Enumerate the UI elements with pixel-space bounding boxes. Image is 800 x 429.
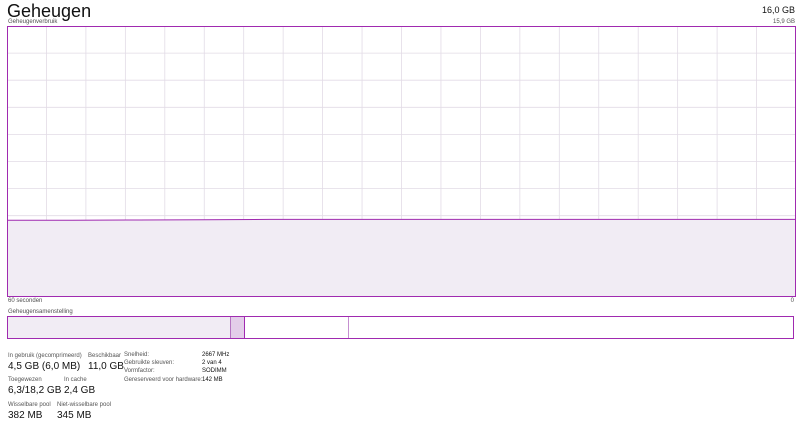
hw-reserved-value: 142 MB xyxy=(202,376,223,383)
hw-slots-label: Gebruikte sleuven: xyxy=(124,360,175,367)
usage-graph-label: Geheugenverbruik xyxy=(8,19,58,25)
usage-graph-max: 15,9 GB xyxy=(772,19,795,25)
hw-speed-value: 2667 MHz xyxy=(202,352,230,358)
hw-form-value: SODIMM xyxy=(202,368,227,375)
time-axis-end: 0 xyxy=(790,298,794,304)
stat-committed: Toegewezen 6,3/18,2 GB xyxy=(8,376,61,397)
stat-in-use-label: In gebruik (gecomprimeerd) xyxy=(8,353,82,359)
hw-reserved: Gereserveerd voor hardware: 142 MB xyxy=(124,376,229,384)
stat-cached-value: 2,4 GB xyxy=(64,385,96,396)
stat-paged-pool: Wisselbare pool 382 MB xyxy=(8,401,51,422)
hw-form-factor: Vormfactor: SODIMM xyxy=(124,367,229,375)
stat-cached-label: In cache xyxy=(64,377,87,383)
stat-available: Beschikbaar 11,0 GB xyxy=(88,352,124,373)
stat-nonpaged-pool: Niet-wisselbare pool 345 MB xyxy=(57,401,111,422)
hw-reserved-label: Gereserveerd voor hardware: xyxy=(124,376,203,383)
stat-in-use-value: 4,5 GB (6,0 MB) xyxy=(8,361,81,372)
stat-nonpaged-pool-value: 345 MB xyxy=(57,410,92,421)
time-axis-start: 60 seconden xyxy=(8,298,43,304)
memory-composition-bar[interactable] xyxy=(7,316,794,339)
composition-free[interactable] xyxy=(349,317,793,338)
total-memory: 16,0 GB xyxy=(761,5,795,15)
stat-nonpaged-pool-label: Niet-wisselbare pool xyxy=(57,402,112,408)
stat-paged-pool-value: 382 MB xyxy=(8,410,43,421)
stat-cached: In cache 2,4 GB xyxy=(64,376,95,397)
memory-usage-graph xyxy=(7,26,796,297)
stat-available-value: 11,0 GB xyxy=(88,361,124,372)
hardware-info: Snelheid: 2667 MHz Gebruikte sleuven: 2 … xyxy=(124,351,229,384)
hw-speed: Snelheid: 2667 MHz xyxy=(124,351,229,359)
hw-slots-value: 2 van 4 xyxy=(202,360,222,367)
composition-label: Geheugensamenstelling xyxy=(8,309,73,315)
usage-area xyxy=(7,219,796,297)
hw-form-label: Vormfactor: xyxy=(124,368,155,375)
hw-slots: Gebruikte sleuven: 2 van 4 xyxy=(124,359,229,367)
stat-paged-pool-label: Wisselbare pool xyxy=(8,402,51,408)
hw-speed-label: Snelheid: xyxy=(124,352,150,358)
composition-standby[interactable] xyxy=(245,317,349,338)
composition-in-use[interactable] xyxy=(8,317,231,338)
stat-committed-value: 6,3/18,2 GB xyxy=(8,385,62,396)
stat-committed-label: Toegewezen xyxy=(8,377,42,383)
stat-in-use: In gebruik (gecomprimeerd) 4,5 GB (6,0 M… xyxy=(8,352,82,373)
composition-modified[interactable] xyxy=(230,317,245,338)
stat-available-label: Beschikbaar xyxy=(88,353,122,359)
